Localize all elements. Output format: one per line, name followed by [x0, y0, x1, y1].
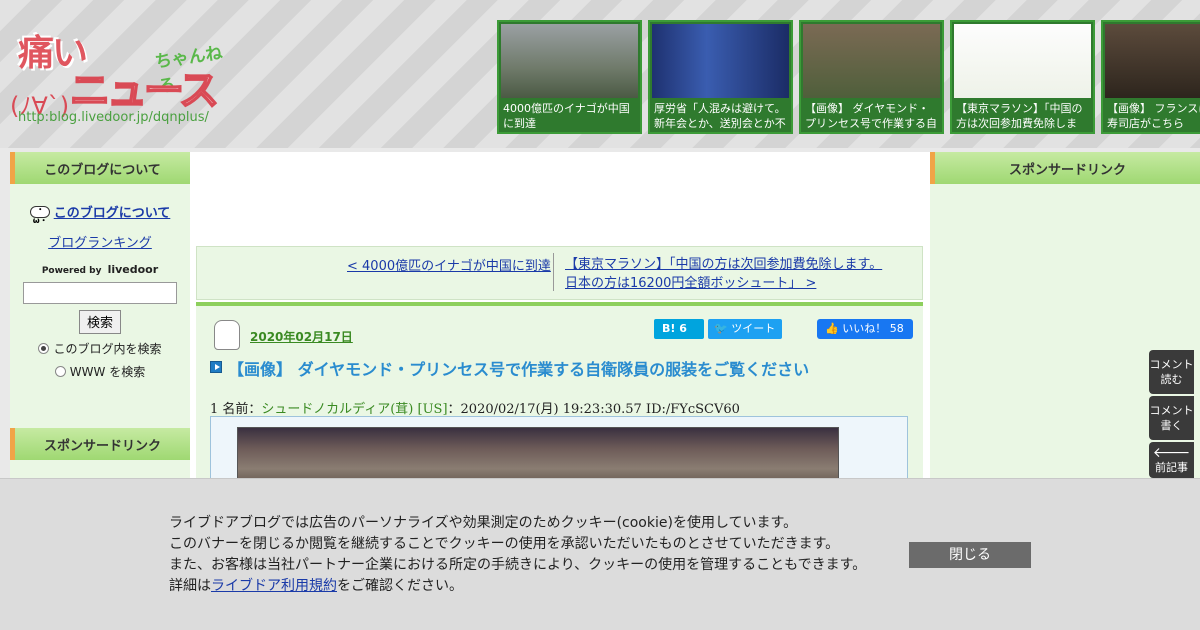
thumbnail-caption: 4000億匹のイナゴが中国に到達: [503, 102, 630, 130]
cookie-close-button[interactable]: 閉じる: [909, 542, 1031, 568]
header-thumbnail[interactable]: 【東京マラソン】「中国の方は次回参加費免除しま: [950, 20, 1095, 134]
cookie-line4-prefix: 詳細は: [169, 578, 211, 594]
about-section: このブログについて ブログランキング Powered by livedoor 検…: [10, 184, 190, 380]
title-play-icon: [210, 361, 222, 373]
site-header: 痛い ちゃんねる ニュース (ﾉ∀`) http:blog.livedoor.j…: [0, 0, 1200, 148]
sidebar-heading-sponsor-right: スポンサードリンク: [930, 152, 1200, 184]
powered-by: Powered by livedoor: [10, 263, 190, 276]
search-button[interactable]: 検索: [79, 309, 121, 334]
header-thumbnail[interactable]: 【画像】 ダイヤモンド・プリンセス号で作業する自衛: [799, 20, 944, 134]
cookie-line4: 詳細はライブドア利用規約をご確認ください。: [169, 576, 866, 597]
facebook-like-button[interactable]: 👍 いいね！ 58: [817, 319, 913, 339]
arrow-left-icon: 🡐: [1152, 445, 1191, 461]
sidebar-heading-about: このブログについて: [10, 152, 190, 184]
face-icon: [29, 204, 50, 226]
prev-article-link[interactable]: < 4000億匹のイナゴが中国に到達: [347, 255, 551, 274]
article: 2020年02月17日 B! 6 🐦 ツイート 👍 いいね！ 58 【画像】 ダ…: [196, 302, 923, 497]
ranking-link[interactable]: ブログランキング: [10, 232, 190, 251]
site-logo[interactable]: 痛い ちゃんねる ニュース (ﾉ∀`) http:blog.livedoor.j…: [10, 18, 235, 133]
author-avatar: [214, 320, 240, 350]
cookie-line1: ライブドアブログでは広告のパーソナライズや効果測定のためクッキー(cookie)…: [169, 515, 798, 531]
left-sidebar: このブログについて このブログについて ブログランキング Powered by …: [10, 152, 190, 492]
read-comments-button[interactable]: コメント読む: [1149, 350, 1194, 394]
thumbnail-image: [954, 24, 1091, 98]
meta-name: シュードノカルディア(茸) [US]: [261, 402, 448, 417]
radio-www-row[interactable]: WWW を検索: [10, 363, 190, 380]
terms-link[interactable]: ライブドア利用規約: [211, 578, 337, 594]
radio-blog[interactable]: [38, 342, 50, 354]
radio-www[interactable]: [54, 365, 66, 377]
nav-divider: [553, 253, 554, 291]
radio-www-label: WWW を検索: [69, 364, 146, 379]
header-thumbnails: 4000億匹のイナゴが中国に到達 厚労省「人混みは避けて。新年会とか、送別会とか…: [497, 20, 1200, 134]
about-link[interactable]: このブログについて: [29, 202, 171, 226]
logo-url: http:blog.livedoor.jp/dqnplus/: [18, 110, 209, 125]
main-content: < 4000億匹のイナゴが中国に到達 【東京マラソン】「中国の方は次回参加費免除…: [190, 152, 930, 497]
cookie-line2: このバナーを閉じるか閲覧を継続することでクッキーの使用を承認いただいたものとさせ…: [169, 536, 840, 552]
tweet-button[interactable]: 🐦 ツイート: [708, 319, 782, 339]
thumbnail-caption: 【画像】 フランスに本の寿司店がこちら: [1107, 102, 1200, 130]
thumbnail-image: [803, 24, 940, 98]
hatena-bookmark-button[interactable]: B! 6: [654, 319, 704, 339]
livedoor-logo: livedoor: [107, 262, 159, 276]
right-sidebar: スポンサードリンク: [930, 152, 1200, 492]
cookie-text: ライブドアブログでは広告のパーソナライズや効果測定のためクッキー(cookie)…: [169, 513, 866, 597]
article-nav: < 4000億匹のイナゴが中国に到達 【東京マラソン】「中国の方は次回参加費免除…: [196, 246, 923, 300]
radio-blog-row[interactable]: このブログ内を検索: [10, 340, 190, 357]
sidebar-heading-sponsor: スポンサードリンク: [10, 428, 190, 460]
thumbnail-image: [1105, 24, 1200, 98]
meta-prefix: 1 名前：: [210, 402, 262, 417]
tweet-label: ツイート: [731, 322, 776, 335]
thumbnail-caption: 【画像】 ダイヤモンド・プリンセス号で作業する自衛: [805, 102, 937, 130]
header-thumbnail[interactable]: 【画像】 フランスに本の寿司店がこちら: [1101, 20, 1200, 134]
logo-sub: ニュース: [69, 67, 220, 115]
search-input[interactable]: [23, 281, 177, 304]
radio-blog-label: このブログ内を検索: [53, 341, 162, 356]
thumbnail-caption: 【東京マラソン】「中国の方は次回参加費免除しま: [956, 102, 1083, 130]
like-label: いいね！ 58: [842, 322, 904, 335]
meta-suffix: ：2020/02/17(月) 19:23:30.57 ID:/FYcSCV60: [447, 402, 740, 417]
ad-space: [190, 152, 930, 244]
thumbs-up-icon: 👍: [825, 322, 843, 335]
twitter-bird-icon: 🐦: [714, 322, 732, 335]
thumbnail-caption: 厚労省「人混みは避けて。新年会とか、送別会とか不: [654, 102, 786, 130]
cookie-line3: また、お客様は当社パートナー企業における所定の手続きにより、クッキーの使用を管理…: [169, 557, 867, 573]
next-article-link[interactable]: 【東京マラソン】「中国の方は次回参加費免除します。 日本の方は16200円全額ボ…: [565, 255, 882, 293]
write-comment-button[interactable]: コメント書く: [1149, 396, 1194, 440]
cookie-banner: ライブドアブログでは広告のパーソナライズや効果測定のためクッキー(cookie)…: [0, 478, 1200, 630]
powered-by-label: Powered by: [41, 265, 102, 276]
prev-post-label: 前記事: [1155, 461, 1188, 474]
post-meta: 1 名前：シュードノカルディア(茸) [US]：2020/02/17(月) 19…: [210, 398, 740, 417]
post-title[interactable]: 【画像】 ダイヤモンド・プリンセス号で作業する自衛隊員の服装をご覧ください: [228, 356, 809, 380]
header-thumbnail[interactable]: 厚労省「人混みは避けて。新年会とか、送別会とか不: [648, 20, 793, 134]
thumbnail-image: [501, 24, 638, 98]
about-link-label: このブログについて: [53, 206, 171, 221]
post-date[interactable]: 2020年02月17日: [250, 328, 353, 345]
cookie-line4-suffix: をご確認ください。: [337, 578, 463, 594]
header-thumbnail[interactable]: 4000億匹のイナゴが中国に到達: [497, 20, 642, 134]
next-link-line1: 【東京マラソン】「中国の方は次回参加費免除します。: [565, 257, 883, 272]
thumbnail-image: [652, 24, 789, 98]
left-sponsor: スポンサードリンク: [10, 428, 190, 460]
prev-post-button[interactable]: 🡐 前記事: [1149, 442, 1194, 478]
next-link-line2: 日本の方は16200円全額ボッシュート」 >: [565, 276, 817, 291]
